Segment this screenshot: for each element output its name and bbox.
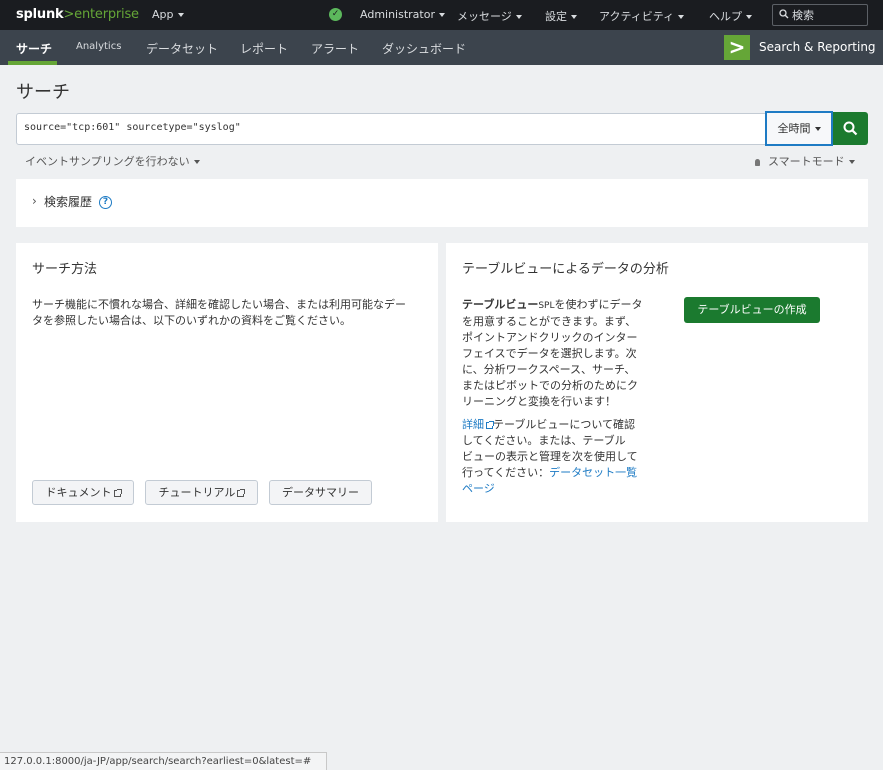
documentation-button-label: ドキュメント <box>45 486 112 499</box>
search-query-text[interactable]: source="tcp:601" sourcetype="syslog" <box>24 122 241 133</box>
table-views-term: テーブルビュー <box>462 298 539 311</box>
details-link[interactable]: 詳細 <box>462 418 494 431</box>
tab-analytics[interactable]: Analytics <box>76 41 121 52</box>
table-views-text-line: またはピボットでの分析のためにク <box>462 379 638 392</box>
splunk-logo[interactable]: splunk>enterprise <box>16 7 139 22</box>
table-views-text-line: ビューの表示と管理を次を使用して <box>462 450 638 463</box>
settings-menu[interactable]: 設定 <box>545 8 577 24</box>
settings-menu-label: 設定 <box>545 10 567 23</box>
documentation-button[interactable]: ドキュメント <box>32 480 134 505</box>
chevron-down-icon <box>571 15 577 19</box>
event-sampling-dropdown[interactable]: イベントサンプリングを行わない <box>25 153 200 169</box>
search-mode-label: スマートモード <box>768 155 845 168</box>
tutorial-button[interactable]: チュートリアル <box>145 480 258 505</box>
how-to-search-text-line: サーチ機能に不慣れな場合、詳細を確認したい場合、または利用可能なデー <box>32 298 406 311</box>
global-search-box[interactable] <box>772 4 868 26</box>
how-to-search-title: サーチ方法 <box>32 262 98 277</box>
chevron-down-icon <box>515 15 522 19</box>
dataset-list-link[interactable]: データセット一覧 <box>549 466 637 479</box>
table-views-description: テーブルビューSPLを使わずにデータ を用意することができます。まず、 ポイント… <box>462 297 662 410</box>
user-menu-label: Administrator <box>360 8 435 21</box>
details-link-label: 詳細 <box>462 418 484 431</box>
check-circle-icon[interactable]: ✓ <box>329 8 342 21</box>
table-views-text-line: に、分析ワークスペース、サーチ、 <box>462 363 636 376</box>
chevron-down-icon <box>814 127 821 131</box>
app-menu-label: App <box>152 8 174 21</box>
search-history-panel[interactable]: › 検索履歴 <box>16 179 868 227</box>
table-views-text-line: を用意することができます。まず、 <box>462 315 637 328</box>
global-search-input[interactable] <box>792 7 864 23</box>
chevron-down-icon <box>193 160 200 164</box>
tab-search[interactable]: サーチ <box>16 40 52 57</box>
table-views-title: テーブルビューによるデータの分析 <box>462 262 669 277</box>
dataset-list-link-page[interactable]: ページ <box>462 482 495 495</box>
time-range-label: 全時間 <box>777 122 811 135</box>
table-views-text: テーブルビューについて確認 <box>493 418 636 431</box>
external-link-icon <box>486 420 494 429</box>
top-navigation-bar: splunk>enterprise App ✓ Administrator メッ… <box>0 0 883 30</box>
time-range-picker[interactable]: 全時間 <box>765 111 833 146</box>
how-to-search-text-line: タを参照したい場合は、以下のいずれかの資料をご覧ください。 <box>32 314 351 327</box>
external-link-icon <box>237 488 246 497</box>
table-views-text-line: リーニングと変換を行います！ <box>462 395 616 408</box>
table-views-text: 行ってください： <box>462 466 550 479</box>
search-query-input[interactable]: source="tcp:601" sourcetype="syslog" <box>16 113 766 145</box>
tab-datasets[interactable]: データセット <box>146 40 218 57</box>
chevron-down-icon <box>678 15 685 19</box>
logo-arrow: > <box>63 7 75 22</box>
logo-product-text: enterprise <box>74 7 139 22</box>
search-icon <box>843 121 858 136</box>
help-menu-label: ヘルプ <box>709 10 742 23</box>
search-history-label: 検索履歴 <box>44 195 93 209</box>
activity-menu-label: アクティビティ <box>599 10 675 23</box>
app-name[interactable]: Search & Reporting <box>759 40 876 54</box>
activity-menu[interactable]: アクティビティ <box>599 8 685 24</box>
table-views-text-line: してください。または、テーブル <box>462 434 626 447</box>
table-views-text-line: ポイントアンドクリックのインター <box>462 331 638 344</box>
logo-brand-text: splunk <box>16 7 64 22</box>
tab-dashboards[interactable]: ダッシュボード <box>382 40 466 57</box>
browser-status-url: 127.0.0.1:8000/ja-JP/app/search/search?e… <box>0 752 327 770</box>
active-tab-indicator <box>8 61 57 65</box>
external-link-icon <box>113 488 122 497</box>
data-summary-button[interactable]: データサマリー <box>269 480 372 505</box>
table-views-text-line: フェイスでデータを選択します。次 <box>462 347 637 360</box>
data-summary-button-label: データサマリー <box>282 486 359 499</box>
chevron-down-icon <box>848 160 855 164</box>
help-icon[interactable]: ? <box>99 196 112 209</box>
table-views-text: を使わずにデータ <box>554 298 643 311</box>
chevron-down-icon <box>746 15 752 19</box>
app-logo-icon[interactable]: > <box>724 35 750 60</box>
user-menu[interactable]: Administrator <box>360 8 445 21</box>
chevron-down-icon <box>177 13 184 17</box>
app-menu[interactable]: App <box>152 8 184 21</box>
search-mode-dropdown[interactable]: スマートモード <box>755 153 855 169</box>
how-to-search-text: サーチ機能に不慣れな場合、詳細を確認したい場合、または利用可能なデー タを参照し… <box>32 297 432 329</box>
messages-menu[interactable]: メッセージ <box>457 8 522 24</box>
help-menu[interactable]: ヘルプ <box>709 8 752 24</box>
spl-term: SPL <box>538 301 555 311</box>
messages-menu-label: メッセージ <box>457 10 512 23</box>
create-table-view-button[interactable]: テーブルビューの作成 <box>684 297 820 323</box>
event-sampling-label: イベントサンプリングを行わない <box>25 155 190 168</box>
chevron-down-icon <box>439 13 445 17</box>
search-icon <box>779 9 789 19</box>
tab-alerts[interactable]: アラート <box>311 40 359 57</box>
search-button[interactable] <box>833 112 868 145</box>
lightbulb-icon <box>755 158 760 166</box>
tab-reports[interactable]: レポート <box>240 40 288 57</box>
table-views-more-info: 詳細 テーブルビューについて確認 してください。または、テーブル ビューの表示と管… <box>462 417 662 497</box>
page-title: サーチ <box>16 82 70 103</box>
tutorial-button-label: チュートリアル <box>158 486 236 499</box>
chevron-right-icon: › <box>32 194 37 208</box>
